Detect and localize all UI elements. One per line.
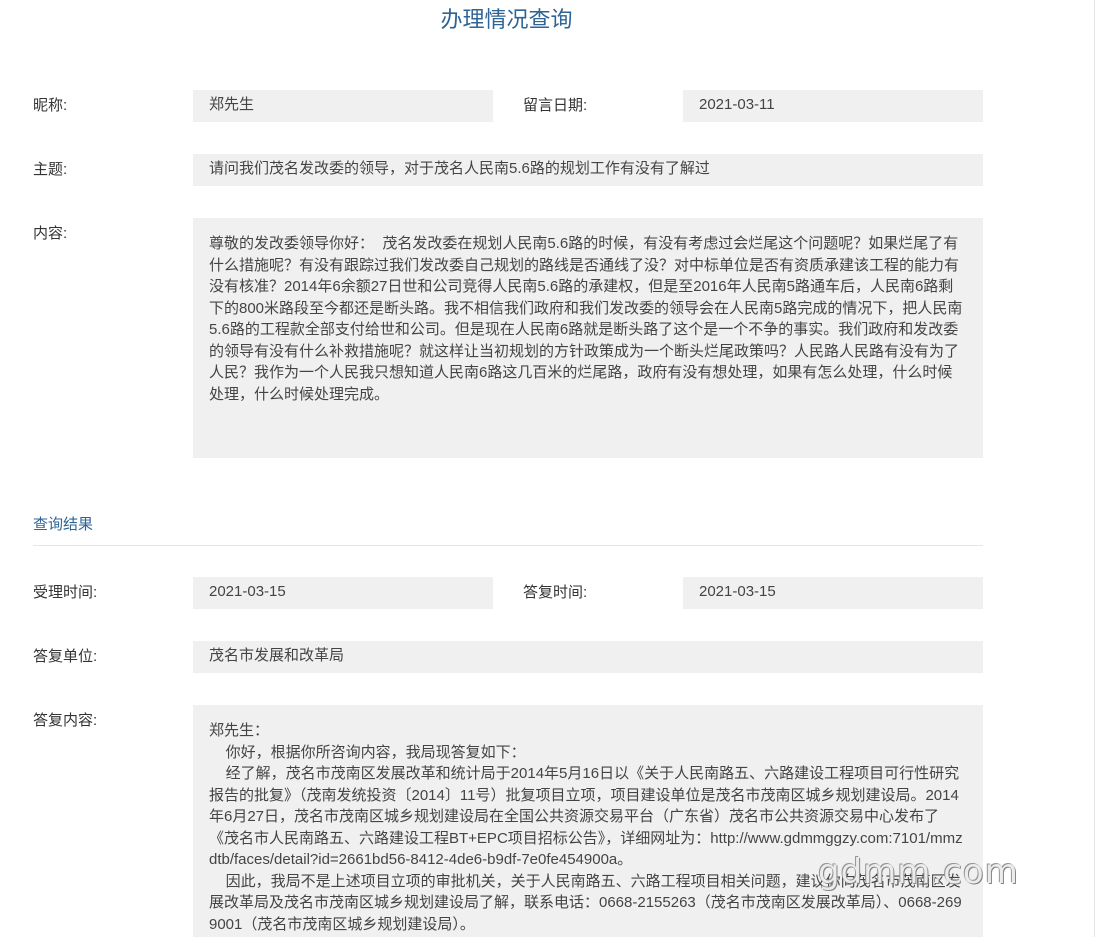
subject-label: 主题:	[33, 161, 68, 178]
accept-time-field: 2021-03-15	[193, 577, 493, 609]
nickname-label: 昵称:	[33, 97, 68, 114]
reply-content-label: 答复内容:	[33, 712, 98, 729]
results-section-title: 查询结果	[33, 516, 94, 533]
reply-unit-field: 茂名市发展和改革局	[193, 641, 983, 673]
message-date-field: 2021-03-11	[683, 90, 983, 122]
content-textarea: 尊敬的发改委领导你好： 茂名发改委在规划人民南5.6路的时候，有没有考虑过会烂尾…	[193, 218, 983, 458]
nickname-field: 郑先生	[193, 90, 493, 122]
content-label: 内容:	[33, 225, 68, 242]
site-watermark: gdmm.com	[818, 852, 1019, 892]
section-divider	[33, 545, 983, 546]
reply-time-field: 2021-03-15	[683, 577, 983, 609]
reply-content-textarea: 郑先生： 你好，根据你所咨询内容，我局现答复如下： 经了解，茂名市茂南区发展改革…	[193, 705, 983, 937]
page-title: 办理情况查询	[440, 7, 573, 32]
reply-unit-label: 答复单位:	[33, 648, 98, 665]
subject-field: 请问我们茂名发改委的领导，对于茂名人民南5.6路的规划工作有没有了解过	[193, 154, 983, 186]
accept-time-label: 受理时间:	[33, 584, 98, 601]
reply-time-label: 答复时间:	[523, 584, 588, 601]
message-date-label: 留言日期:	[523, 97, 588, 114]
